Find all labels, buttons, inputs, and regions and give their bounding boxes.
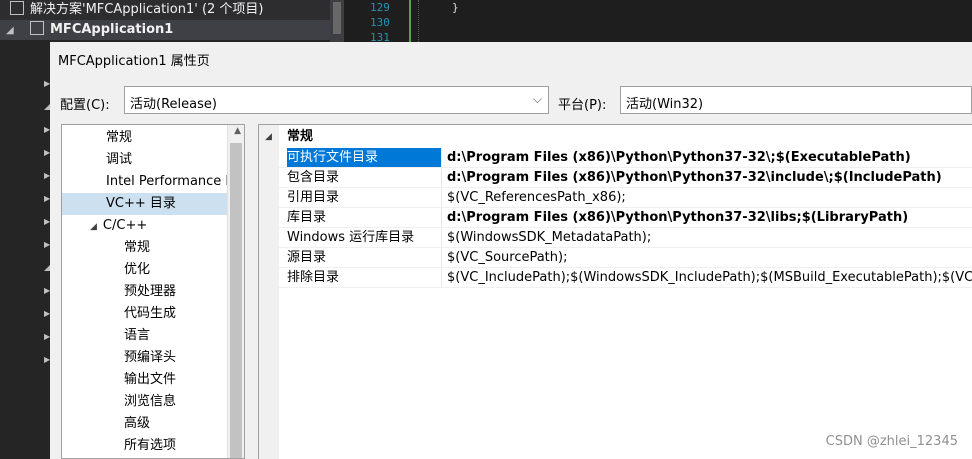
property-name: 源目录 [287,250,327,265]
property-value[interactable]: $(WindowsSDK_MetadataPath); [441,228,972,247]
configuration-value: 活动(Release) [130,97,217,112]
property-value[interactable]: d:\Program Files (x86)\Python\Python37-3… [441,208,972,227]
property-row-exclude-dirs[interactable]: 排除目录 $(VC_IncludePath);$(WindowsSDK_Incl… [259,268,972,288]
property-row-source-dirs[interactable]: 源目录 $(VC_SourcePath); [259,248,972,268]
property-value[interactable]: $(VC_ReferencesPath_x86); [441,188,972,207]
code-brace: } [452,1,459,14]
property-row-include-dirs[interactable]: 包含目录 d:\Program Files (x86)\Python\Pytho… [259,168,972,188]
project-node[interactable]: ◢ MFCApplication1 [0,20,330,40]
solution-label: 解决方案'MFCApplication1' (2 个项目) [30,2,264,17]
platform-value: 活动(Win32) [626,97,704,112]
solution-scroll-thumb[interactable] [333,2,341,34]
tree-item-cpp[interactable]: ◢ C/C++ [90,215,147,237]
tree-item-advanced[interactable]: 高级 [124,413,150,435]
tree-item-all-options[interactable]: 所有选项 [124,435,176,457]
tree-item-label: VC++ 目录 [106,196,176,211]
solution-node[interactable]: 解决方案'MFCApplication1' (2 个项目) [0,0,330,20]
chevron-down-icon: ⌵ [532,92,542,106]
dialog-title: MFCApplication1 属性页 [58,54,210,69]
tree-item-debugging[interactable]: 调试 [106,149,132,171]
scroll-up-arrow-icon[interactable]: ▲ [234,126,241,136]
property-name: 包含目录 [287,170,340,185]
tree-scroll-thumb[interactable] [230,143,242,458]
category-general[interactable]: ◢ 常规 [259,127,972,147]
tree-item-general[interactable]: 常规 [106,127,132,149]
property-grid[interactable]: ◢ 常规 可执行文件目录 d:\Program Files (x86)\Pyth… [258,124,972,459]
line-number: 130 [370,16,390,29]
expand-triangle-icon[interactable]: ◢ [90,222,97,232]
tree-item-language[interactable]: 语言 [124,325,150,347]
solution-icon [10,1,24,15]
property-row-winrt-dirs[interactable]: Windows 运行库目录 $(WindowsSDK_MetadataPath)… [259,228,972,248]
property-row-library-dirs[interactable]: 库目录 d:\Program Files (x86)\Python\Python… [259,208,972,228]
tree-item-preprocessor[interactable]: 预处理器 [124,281,176,303]
property-row-executable-dirs[interactable]: 可执行文件目录 d:\Program Files (x86)\Python\Py… [259,148,972,168]
category-label: 常规 [287,129,314,144]
property-name: 排除目录 [287,270,340,285]
tree-item-output-files[interactable]: 输出文件 [124,369,176,391]
property-row-reference-dirs[interactable]: 引用目录 $(VC_ReferencesPath_x86); [259,188,972,208]
property-tree[interactable]: 常规 调试 Intel Performance Li VC++ 目录 ◢ C/C+… [61,124,245,459]
tree-item-label: C/C++ [102,218,148,233]
platform-dropdown[interactable]: 活动(Win32) [620,86,972,114]
tree-item-intel-performance[interactable]: Intel Performance Li [106,171,236,193]
platform-label: 平台(P): [558,98,607,113]
tree-item-cpp-general[interactable]: 常规 [124,237,150,259]
change-marker [409,0,411,44]
tree-item-optimization[interactable]: 优化 [124,259,150,281]
property-value[interactable]: $(VC_IncludePath);$(WindowsSDK_IncludePa… [441,268,972,287]
watermark: CSDN @zhlei_12345 [825,434,958,449]
tree-item-vc-directories[interactable]: VC++ 目录 [62,193,230,215]
configuration-dropdown[interactable]: 活动(Release) ⌵ [124,86,549,114]
configuration-label: 配置(C): [60,98,110,113]
property-name: 可执行文件目录 [287,148,441,167]
property-pages-dialog: MFCApplication1 属性页 配置(C): 活动(Release) ⌵… [50,42,972,459]
property-value[interactable]: $(VC_SourcePath); [441,248,972,267]
project-label: MFCApplication1 [50,22,174,37]
tree-item-precompiled-headers[interactable]: 预编译头 [124,347,176,369]
tree-item-code-generation[interactable]: 代码生成 [124,303,176,325]
line-number: 129 [370,1,390,14]
property-value[interactable]: d:\Program Files (x86)\Python\Python37-3… [441,168,972,187]
property-value[interactable]: d:\Program Files (x86)\Python\Python37-3… [441,148,972,167]
collapse-triangle-icon[interactable]: ◢ [265,127,272,147]
project-icon [30,21,44,35]
indent-guide [418,0,420,44]
property-name: Windows 运行库目录 [287,230,415,245]
property-name: 库目录 [287,210,327,225]
property-name: 引用目录 [287,190,340,205]
collapse-triangle-icon[interactable]: ◢ [6,21,20,41]
vs-background-left [0,44,50,459]
code-editor[interactable] [344,0,972,44]
tree-item-browse-information[interactable]: 浏览信息 [124,391,176,413]
